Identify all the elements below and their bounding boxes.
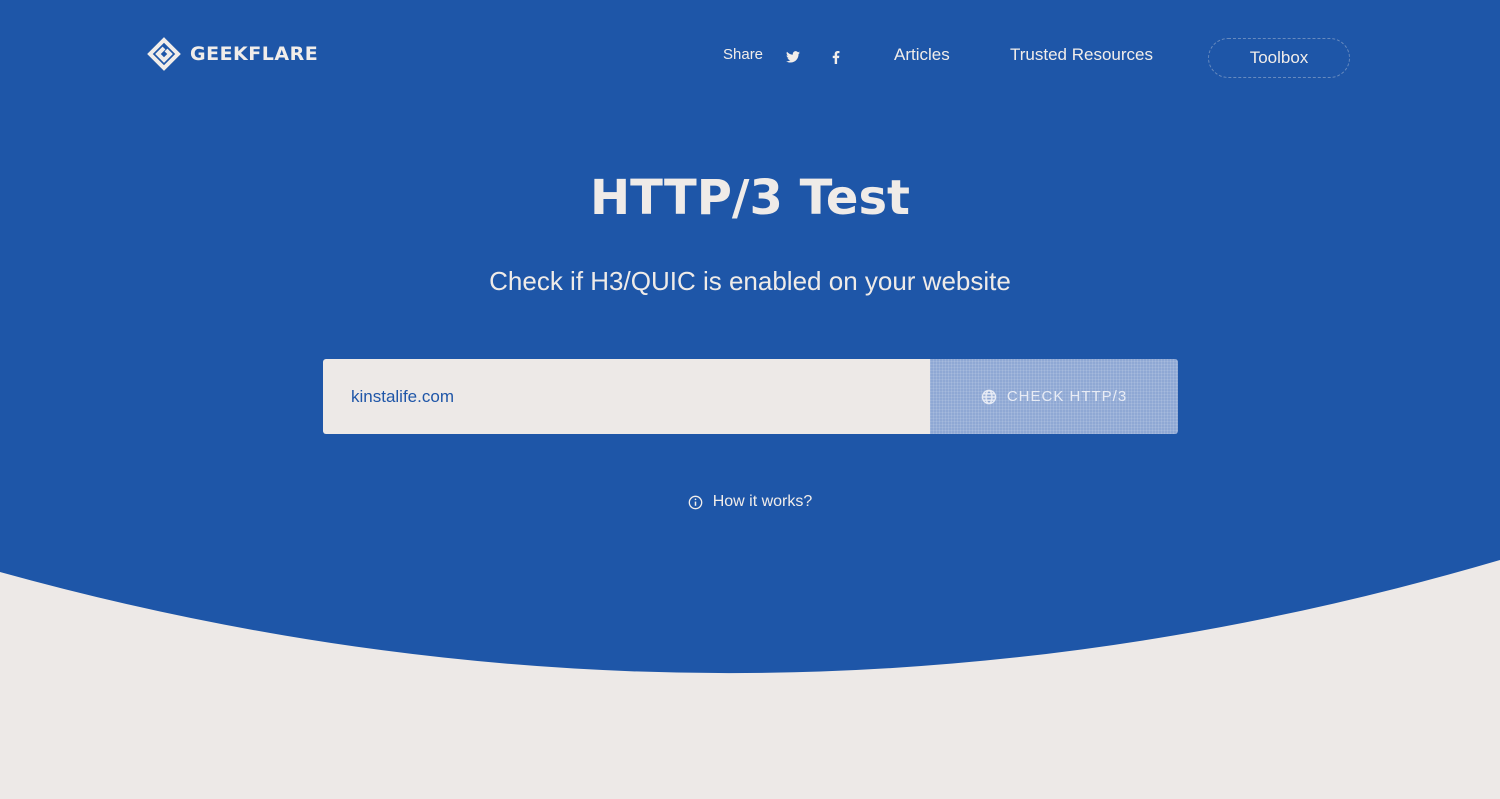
check-button-label: CHECK HTTP/3 (1006, 388, 1128, 405)
twitter-icon[interactable] (782, 46, 804, 68)
hero-section: GEEKFLARE Share Articles Trusted Resourc… (0, 0, 1500, 799)
nav-link-articles[interactable]: Articles (894, 45, 950, 65)
test-form: CHECK HTTP/3 (323, 359, 1178, 434)
nav-link-trusted-resources[interactable]: Trusted Resources (1010, 45, 1153, 65)
facebook-glyph (832, 50, 840, 64)
info-icon (688, 495, 703, 509)
url-input[interactable] (323, 359, 930, 434)
share-label: Share (723, 46, 764, 63)
twitter-glyph (786, 51, 800, 63)
toolbox-button[interactable]: Toolbox (1208, 38, 1350, 78)
how-it-works-link[interactable]: How it works? (0, 493, 1500, 511)
site-header: GEEKFLARE Share Articles Trusted Resourc… (0, 0, 1500, 112)
facebook-icon[interactable] (825, 46, 847, 68)
page-subtitle: Check if H3/QUIC is enabled on your webs… (489, 266, 1011, 296)
check-http3-button[interactable]: CHECK HTTP/3 (930, 359, 1178, 434)
globe-icon (981, 389, 997, 404)
page-title: HTTP/3 Test (589, 170, 910, 226)
how-it-works-label: How it works? (712, 493, 813, 510)
main-nav: Share Articles Trusted Resources Toolbox (0, 0, 1500, 112)
